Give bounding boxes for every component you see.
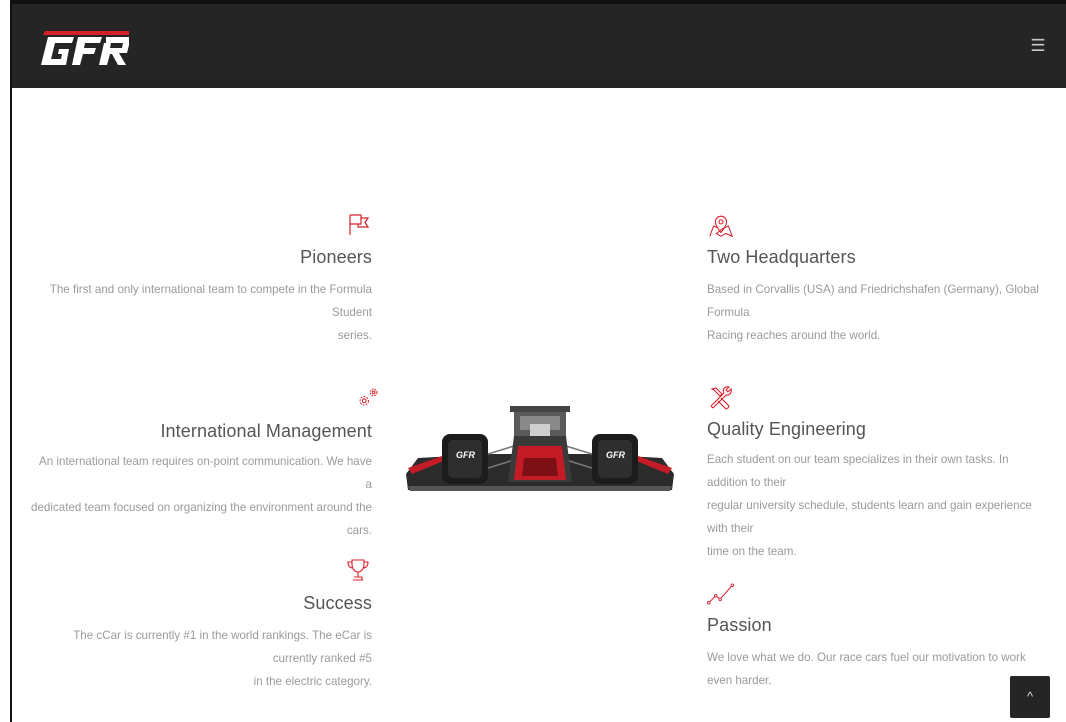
feature-pioneers: Pioneers The first and only internationa… (30, 210, 372, 347)
description-line: We love what we do. Our race cars fuel o… (707, 651, 1026, 687)
feature-headquarters: Two Headquarters Based in Corvallis (USA… (707, 212, 1047, 347)
car-decal-left: GFR (456, 450, 475, 460)
window-frame-left (10, 0, 12, 722)
map-pin-icon (709, 215, 734, 238)
feature-description: Based in Corvallis (USA) and Friedrichsh… (707, 278, 1047, 347)
description-line: dedicated team focused on organizing the… (31, 501, 372, 537)
line-chart-icon (707, 583, 735, 605)
description-line: The first and only international team to… (49, 283, 372, 319)
description-line: series. (337, 329, 372, 342)
feature-description: We love what we do. Our race cars fuel o… (707, 646, 1052, 692)
feature-success: Success The cCar is currently #1 in the … (30, 556, 372, 693)
feature-title: Quality Engineering (707, 419, 866, 439)
gfr-logo[interactable] (39, 23, 129, 71)
feature-management: International Management An internationa… (30, 384, 382, 542)
description-line: An international team requires on-point … (39, 455, 372, 491)
feature-description: An international team requires on-point … (30, 450, 372, 542)
feature-title: Success (303, 593, 372, 613)
feature-passion: Passion We love what we do. Our race car… (707, 580, 1052, 692)
description-line: in the electric category. (253, 675, 372, 688)
feature-description: Each student on our team specializes in … (707, 448, 1052, 563)
feature-title: International Management (160, 421, 372, 441)
feature-description: The first and only international team to… (30, 278, 372, 347)
site-header: ☰ (12, 4, 1066, 88)
description-line: time on the team. (707, 545, 797, 558)
flag-icon (349, 214, 370, 235)
trophy-icon (347, 559, 369, 581)
hamburger-menu-icon[interactable]: ☰ (1028, 36, 1048, 56)
gears-icon (359, 388, 378, 406)
tools-icon (710, 386, 732, 410)
race-car-image: GFR GFR (406, 406, 674, 491)
description-line: regular university schedule, students le… (707, 499, 1032, 535)
description-line: Racing reaches around the world. (707, 329, 881, 342)
back-to-top-button[interactable]: ^ (1010, 676, 1050, 718)
feature-title: Two Headquarters (707, 247, 856, 267)
feature-engineering: Quality Engineering Each student on our … (707, 384, 1052, 563)
chevron-up-icon: ^ (1026, 689, 1034, 704)
feature-title: Pioneers (300, 247, 372, 267)
description-line: The cCar is currently #1 in the world ra… (73, 629, 372, 665)
description-line: Based in Corvallis (USA) and Friedrichsh… (707, 283, 1039, 319)
car-decal-right: GFR (606, 450, 625, 460)
feature-title: Passion (707, 615, 772, 635)
description-line: Each student on our team specializes in … (707, 453, 1009, 489)
feature-description: The cCar is currently #1 in the world ra… (30, 624, 372, 693)
